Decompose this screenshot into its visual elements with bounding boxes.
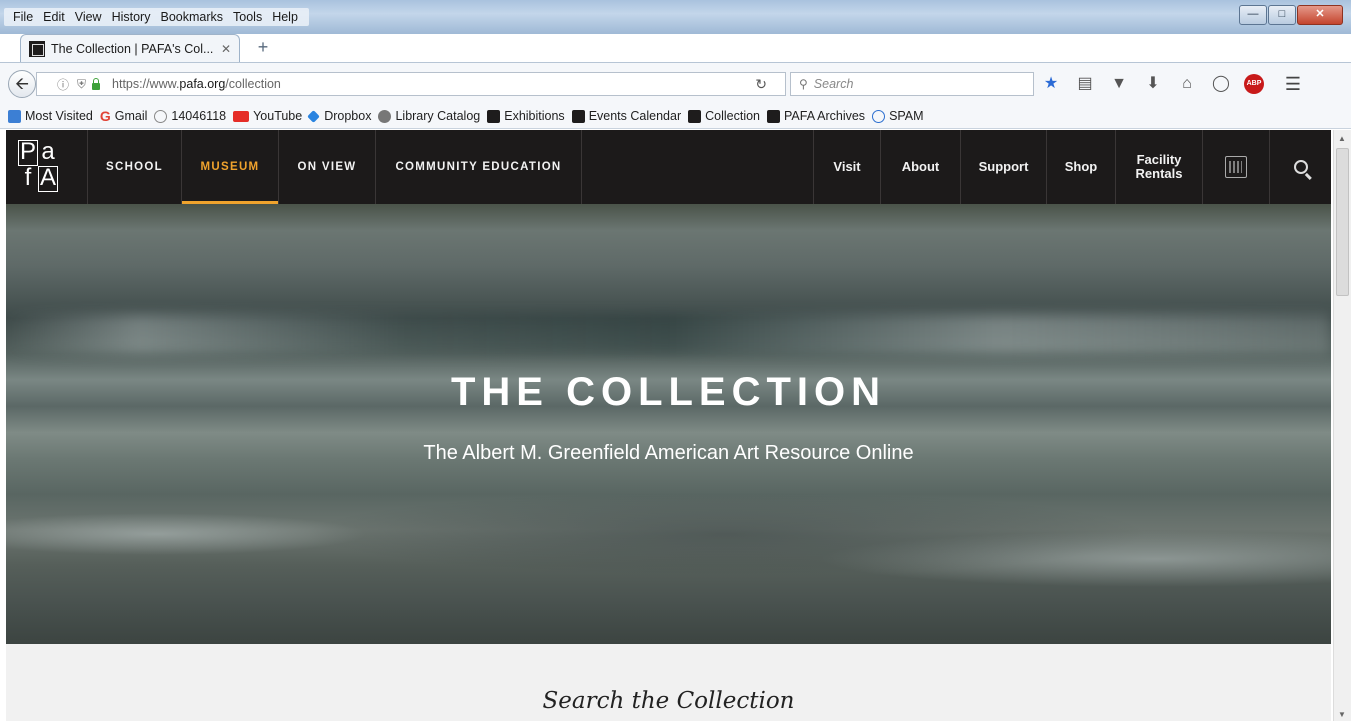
nav-museum[interactable]: MUSEUM xyxy=(182,130,279,204)
info-icon[interactable]: ⓘ xyxy=(57,76,69,93)
nav-on-view[interactable]: ON VIEW xyxy=(279,130,376,204)
most-visited-icon xyxy=(8,109,21,123)
search-collection-heading: Search the Collection xyxy=(542,688,795,714)
site-search-button[interactable] xyxy=(1270,130,1331,204)
close-window-button[interactable]: ✕ xyxy=(1297,5,1343,25)
menu-bookmarks[interactable]: Bookmarks xyxy=(155,8,228,26)
menu-bar: File Edit View History Bookmarks Tools H… xyxy=(4,8,309,26)
bookmark-exhibitions[interactable]: Exhibitions xyxy=(487,109,565,123)
search-icon xyxy=(1293,160,1308,174)
calendar-button[interactable] xyxy=(1203,130,1270,204)
menu-view[interactable]: View xyxy=(70,8,107,26)
google-icon: G xyxy=(99,107,111,124)
downloads-icon[interactable]: ⬇ xyxy=(1142,73,1164,95)
nav-shop[interactable]: Shop xyxy=(1047,130,1116,204)
navigation-toolbar: ⓘ ⛨ https://www.pafa.org/collection ↻ 🡨 … xyxy=(0,62,1351,104)
url-bar[interactable]: ⓘ ⛨ https://www.pafa.org/collection ↻ xyxy=(36,72,786,96)
nav-school[interactable]: SCHOOL xyxy=(88,130,182,204)
scrollbar-thumb[interactable] xyxy=(1336,148,1349,296)
nav-support[interactable]: Support xyxy=(961,130,1047,204)
menu-help[interactable]: Help xyxy=(267,8,303,26)
nav-community-education[interactable]: COMMUNITY EDUCATION xyxy=(376,130,582,204)
logo-mark: P a f A xyxy=(18,138,58,192)
scroll-up-arrow-icon[interactable]: ▲ xyxy=(1338,134,1346,143)
pafa-icon xyxy=(767,109,780,123)
pafa-icon xyxy=(571,109,585,123)
shield-icon[interactable]: ⛨ xyxy=(77,77,86,92)
bookmark-pafa-archives[interactable]: PAFA Archives xyxy=(767,109,865,123)
scroll-down-arrow-icon[interactable]: ▼ xyxy=(1338,710,1346,719)
search-placeholder: Search xyxy=(813,77,854,91)
hero-subtitle: The Albert M. Greenfield American Art Re… xyxy=(423,442,914,464)
hero-banner: THE COLLECTION The Albert M. Greenfield … xyxy=(6,204,1331,644)
bookmark-collection[interactable]: Collection xyxy=(688,109,760,123)
window-titlebar: File Edit View History Bookmarks Tools H… xyxy=(0,0,1351,34)
site-header: P a f A SCHOOL MUSEUM ON VIEW COMMUNITY … xyxy=(6,130,1331,204)
reload-icon[interactable]: ↻ xyxy=(755,76,767,93)
search-bar[interactable]: ⚲ Search xyxy=(790,72,1034,96)
toolbar-icons: ★ ▤ ▼ ⬇ ⌂ ◯ ABP ☰ xyxy=(1040,73,1304,95)
browser-tab[interactable]: The Collection | PAFA's Col... ✕ xyxy=(20,34,240,62)
youtube-icon xyxy=(233,110,250,122)
pafa-icon xyxy=(688,109,702,123)
menu-edit[interactable]: Edit xyxy=(38,8,70,26)
reading-list-icon[interactable]: ▤ xyxy=(1074,73,1096,95)
menu-history[interactable]: History xyxy=(107,8,156,26)
minimize-button[interactable]: — xyxy=(1239,5,1267,25)
clock-icon xyxy=(154,109,168,123)
hamburger-menu-icon[interactable]: ☰ xyxy=(1282,73,1304,95)
pafa-logo[interactable]: P a f A xyxy=(6,130,88,204)
nav-spacer xyxy=(582,130,814,204)
new-tab-button[interactable]: + xyxy=(252,37,274,59)
collection-search-section: Search the Collection xyxy=(6,644,1331,721)
bookmark-library-catalog[interactable]: Library Catalog xyxy=(378,109,480,123)
nav-facility-rentals[interactable]: Facility Rentals xyxy=(1116,130,1203,204)
bookmark-most-visited[interactable]: Most Visited xyxy=(8,109,93,123)
pafa-icon xyxy=(487,109,501,123)
nav-visit[interactable]: Visit xyxy=(814,130,881,204)
bookmark-spam[interactable]: SPAM xyxy=(872,109,924,123)
bookmark-gmail[interactable]: G Gmail xyxy=(99,107,148,124)
back-button[interactable]: 🡨 xyxy=(8,70,36,98)
pafa-favicon-icon xyxy=(29,40,45,57)
hero-title: THE COLLECTION xyxy=(450,370,887,414)
calendar-icon xyxy=(1225,156,1247,178)
bookmark-14046118[interactable]: 14046118 xyxy=(154,109,226,123)
bookmark-youtube[interactable]: YouTube xyxy=(233,109,302,123)
bookmarks-toolbar: Most Visited G Gmail 14046118 YouTube Dro… xyxy=(0,104,1351,129)
chat-icon[interactable]: ◯ xyxy=(1210,73,1232,95)
bookmark-dropbox[interactable]: Dropbox xyxy=(307,109,371,123)
page-scrollbar[interactable]: ▲ ▼ xyxy=(1333,130,1351,721)
tab-close-icon[interactable]: ✕ xyxy=(221,42,231,56)
menu-tools[interactable]: Tools xyxy=(228,8,267,26)
adblock-icon[interactable]: ABP xyxy=(1244,74,1264,94)
spam-icon xyxy=(872,109,886,123)
home-icon[interactable]: ⌂ xyxy=(1176,73,1198,95)
menu-file[interactable]: File xyxy=(8,8,38,26)
bookmark-star-icon[interactable]: ★ xyxy=(1040,73,1062,95)
tab-title: The Collection | PAFA's Col... xyxy=(51,41,214,56)
search-glass-icon: ⚲ xyxy=(799,77,808,91)
nav-about[interactable]: About xyxy=(881,130,961,204)
lock-icon[interactable] xyxy=(92,77,101,90)
globe-icon xyxy=(378,109,392,123)
pocket-icon[interactable]: ▼ xyxy=(1108,73,1130,95)
maximize-button[interactable]: □ xyxy=(1268,5,1296,25)
window-controls: — □ ✕ xyxy=(1239,5,1343,25)
bookmark-events-calendar[interactable]: Events Calendar xyxy=(571,109,681,123)
url-text[interactable]: https://www.pafa.org/collection xyxy=(112,77,281,91)
dropbox-icon xyxy=(307,109,321,123)
